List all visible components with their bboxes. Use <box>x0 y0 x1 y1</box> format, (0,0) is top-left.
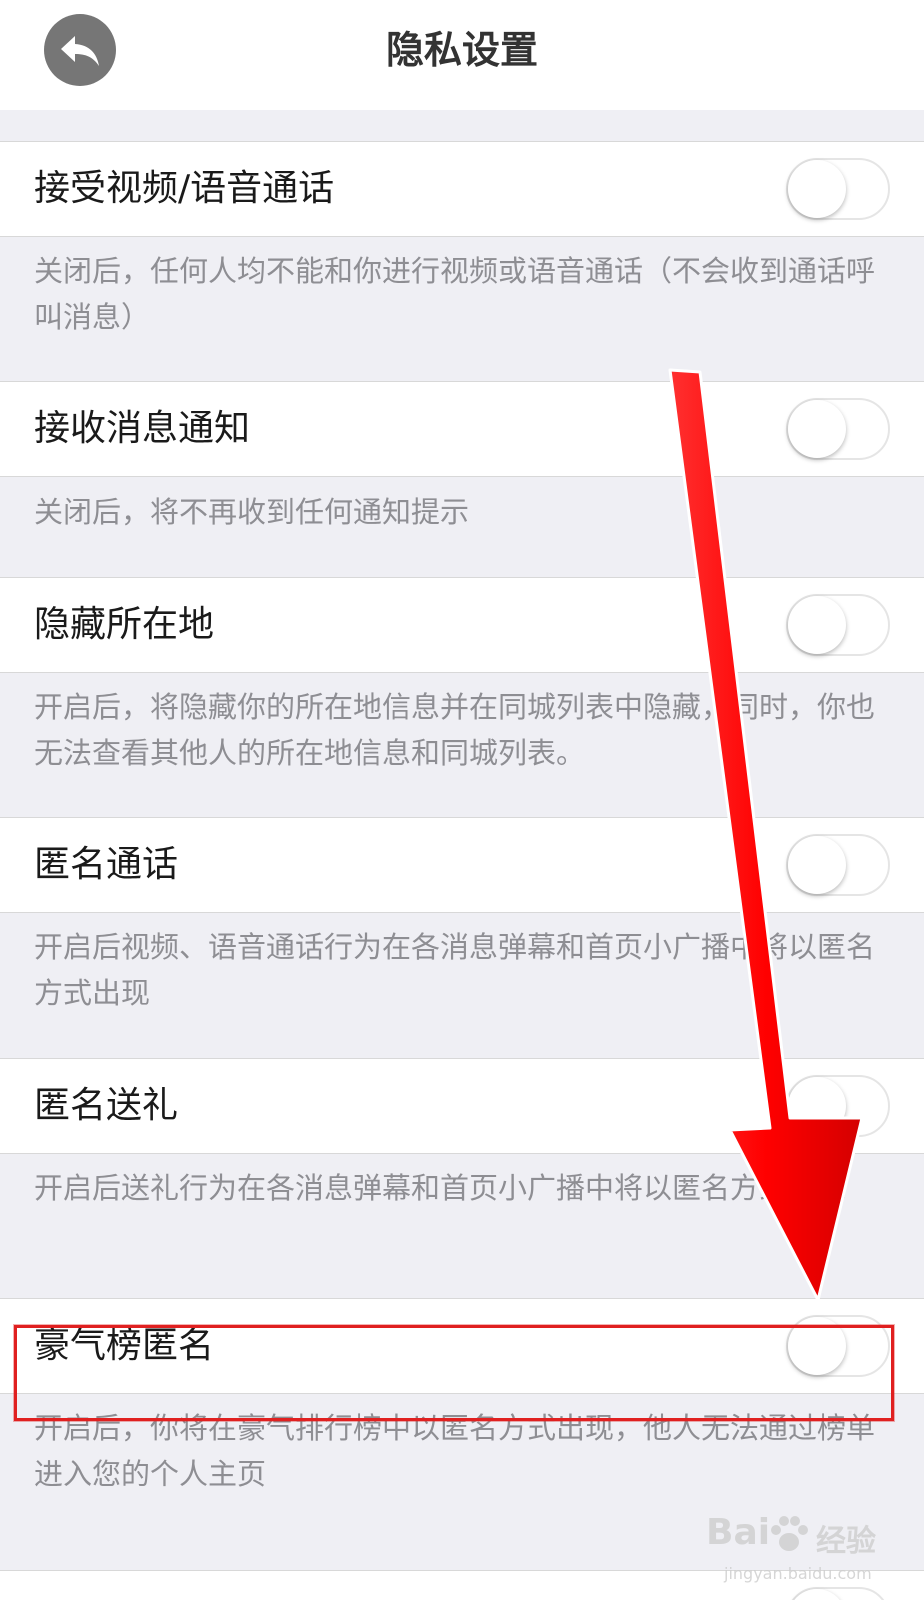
setting-description: 关闭后，任何人均不能和你进行视频或语音通话（不会收到通话呼叫消息） <box>34 254 876 334</box>
watermark-url: jingyan.baidu.com <box>724 1564 872 1583</box>
toggle-knob <box>788 596 846 654</box>
setting-row-video-voice-call[interactable]: 接受视频/语音通话 <box>0 141 924 237</box>
setting-label: 接收消息通知 <box>34 408 251 449</box>
toggle-knob <box>788 160 846 218</box>
message-notification-toggle[interactable] <box>786 398 890 460</box>
toggle-knob <box>788 836 846 894</box>
setting-row-message-notification[interactable]: 接收消息通知 <box>0 381 924 477</box>
toggle-knob <box>788 1077 846 1135</box>
anonymous-gift-toggle[interactable] <box>786 1075 890 1137</box>
setting-row-hide-location[interactable]: 隐藏所在地 <box>0 577 924 673</box>
watermark-jingyan: 经验 <box>816 1524 876 1559</box>
highlight-box <box>14 1325 894 1421</box>
toggle-knob <box>788 400 846 458</box>
setting-label: 匿名送礼 <box>34 1085 179 1126</box>
anonymous-call-toggle[interactable] <box>786 834 890 896</box>
setting-description: 关闭后，将不再收到任何通知提示 <box>34 495 470 529</box>
setting-description: 开启后，将隐藏你的所在地信息并在同城列表中隐藏，同时，你也无法查看其他人的所在地… <box>34 690 876 770</box>
page-title: 隐私设置 <box>385 28 538 72</box>
video-voice-call-toggle[interactable] <box>786 158 890 220</box>
setting-label: 接受视频/语音通话 <box>34 168 335 209</box>
setting-row-anonymous-gift[interactable]: 匿名送礼 <box>0 1058 924 1154</box>
setting-label: 隐藏所在地 <box>34 604 215 645</box>
watermark-logo: Bai <box>706 1512 771 1553</box>
setting-label: 匿名通话 <box>34 844 179 885</box>
setting-description: 开启后送礼行为在各消息弹幕和首页小广播中将以匿名方式出现 <box>34 1171 847 1205</box>
hide-location-toggle[interactable] <box>786 594 890 656</box>
setting-row-anonymous-call[interactable]: 匿名通话 <box>0 817 924 913</box>
baidu-jingyan-watermark: Bai 经验 jingyan.baidu.com <box>706 1512 906 1592</box>
setting-description: 开启后视频、语音通话行为在各消息弹幕和首页小广播中将以匿名方式出现 <box>34 930 876 1010</box>
header: 隐私设置 <box>0 0 924 110</box>
baidu-paw-icon <box>771 1516 808 1551</box>
